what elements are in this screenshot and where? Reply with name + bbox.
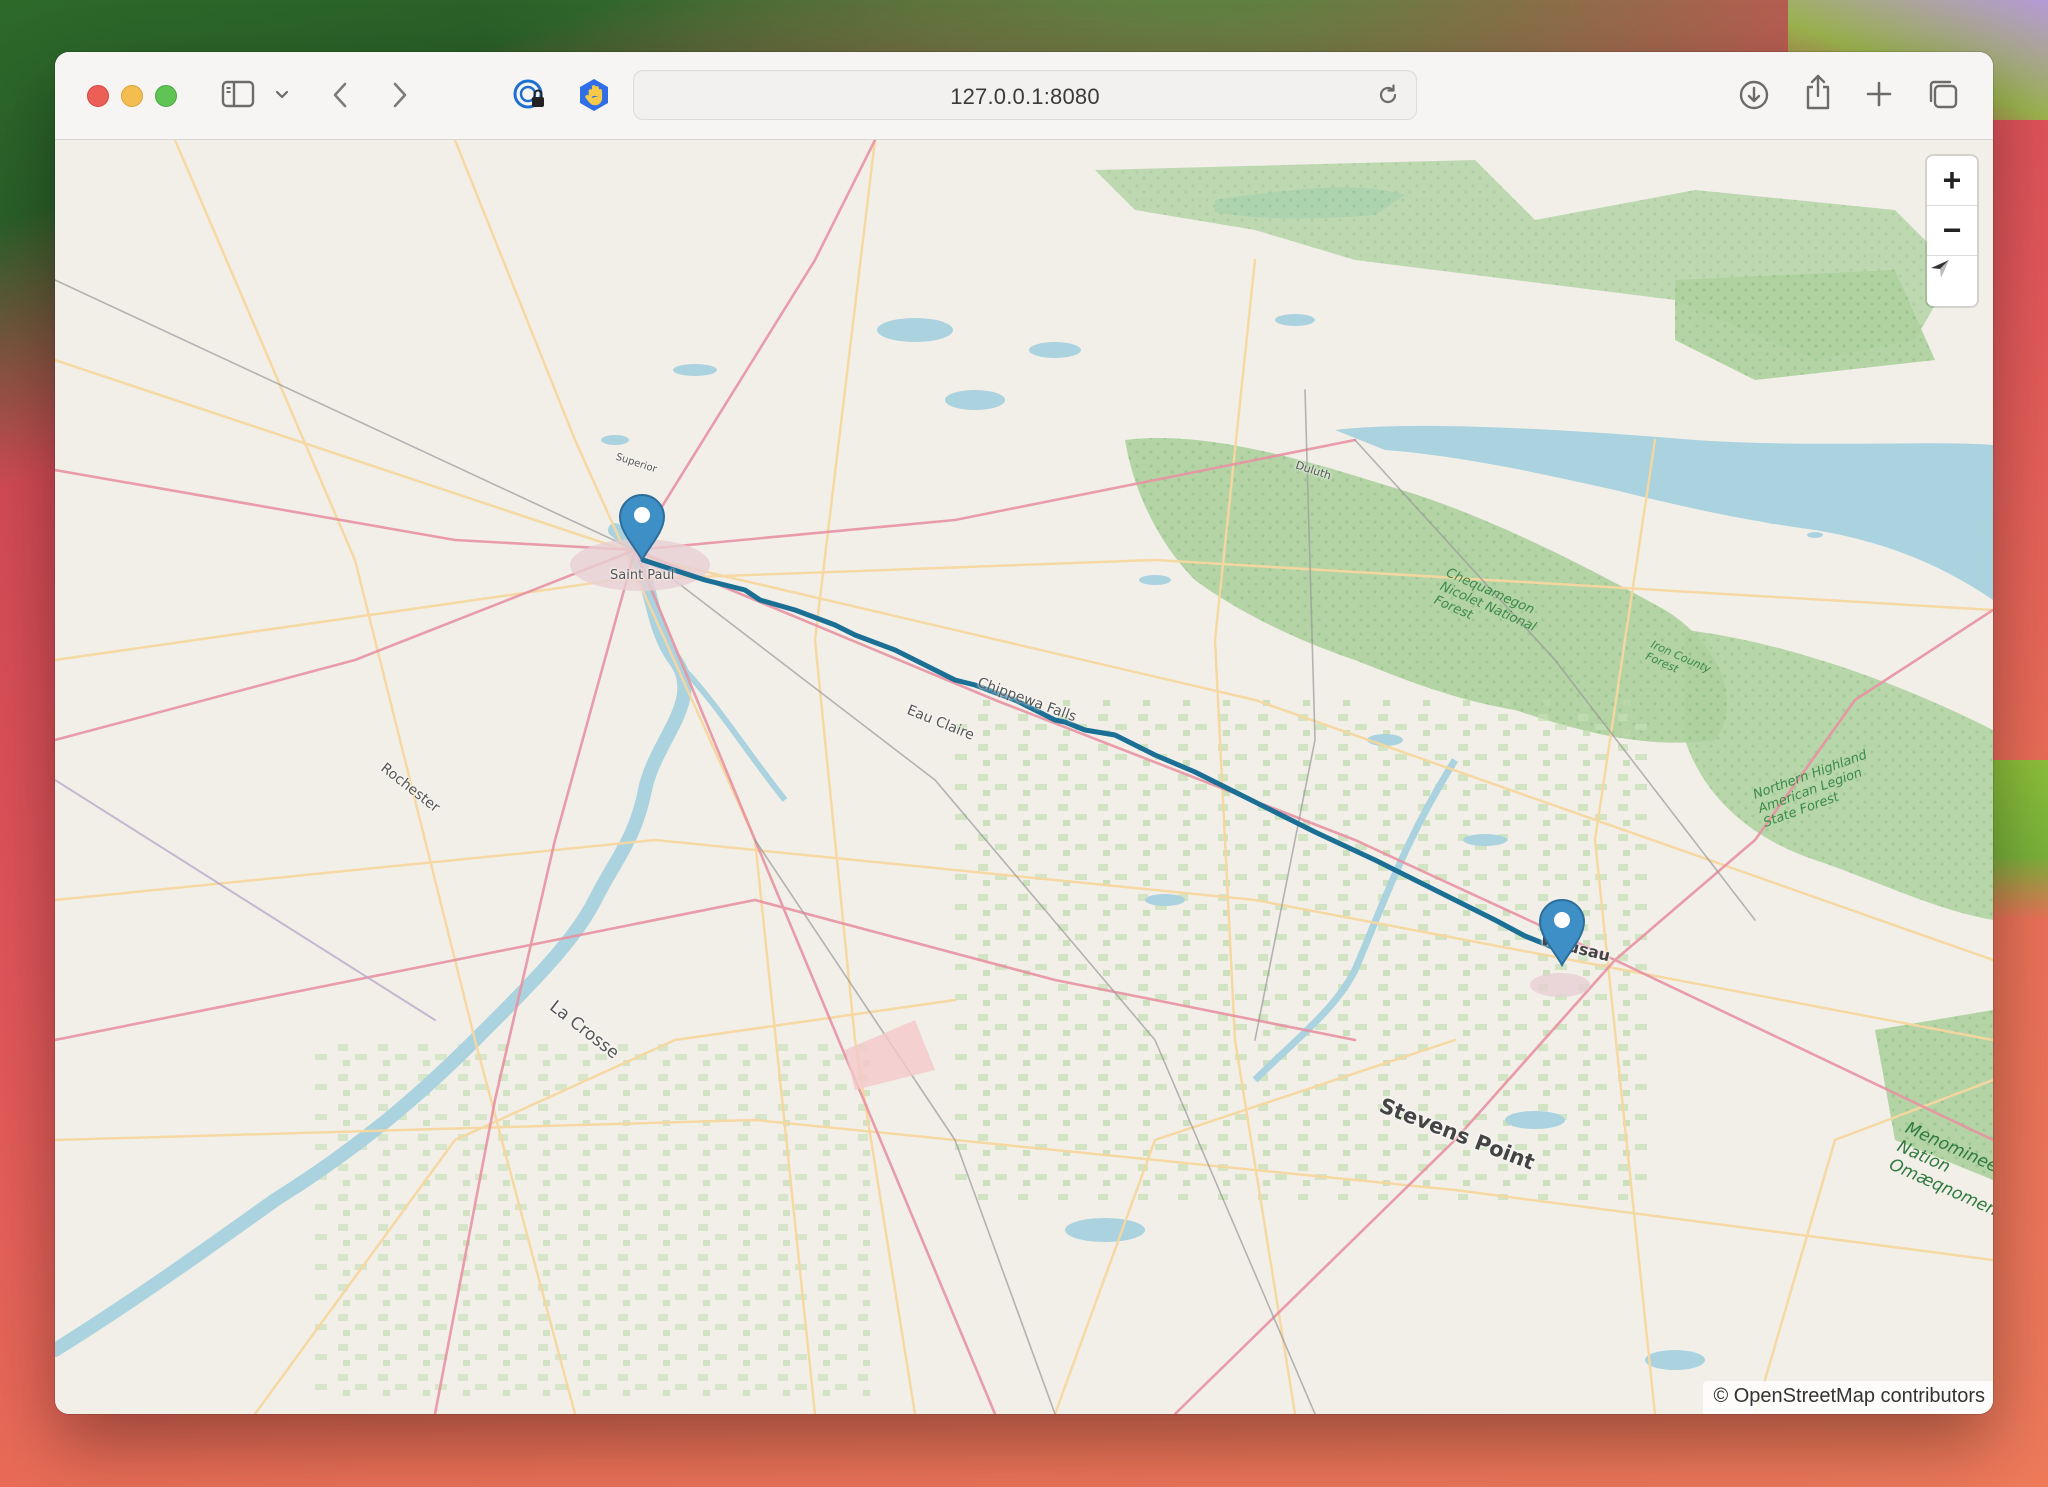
- zoom-in-icon: +: [1942, 162, 1962, 198]
- navigation-control: + −: [1927, 156, 1977, 306]
- reload-icon: [1379, 84, 1397, 104]
- map-view[interactable]: Saint Paul Chippewa Falls Eau Claire Roc…: [55, 140, 1993, 1414]
- maximize-window-button[interactable]: [155, 85, 177, 107]
- privacy-hand-icon: [580, 79, 608, 111]
- url-text: 127.0.0.1:8080: [950, 84, 1100, 109]
- southern-patches: [315, 1040, 875, 1400]
- chevron-down-icon: [275, 90, 289, 99]
- new-tab-button[interactable]: [1863, 78, 1895, 110]
- zoom-out-icon: −: [1942, 212, 1962, 248]
- sidebar-menu-button[interactable]: [273, 86, 291, 104]
- wausau-urban: [1530, 973, 1590, 997]
- password-icon: [513, 79, 544, 109]
- compass-icon: [1931, 260, 1949, 278]
- share-icon: [1806, 74, 1830, 110]
- forward-icon: [393, 82, 407, 108]
- forward-button[interactable]: [387, 78, 413, 112]
- zoom-out-button[interactable]: −: [1927, 206, 1977, 255]
- browser-window: 127.0.0.1:8080 Saint Paul Chippewa Falls…: [55, 52, 1993, 1414]
- zoom-in-button[interactable]: +: [1927, 156, 1977, 205]
- downloads-button[interactable]: [1736, 77, 1772, 113]
- new-tab-icon: [1866, 81, 1892, 107]
- reset-bearing-button[interactable]: [1927, 256, 1977, 305]
- start-marker[interactable]: [616, 492, 668, 562]
- tabs-overview-icon: [1929, 80, 1958, 109]
- sidebar-icon: [221, 80, 255, 108]
- download-icon: [1739, 80, 1769, 110]
- map-marker-icon: [618, 494, 666, 562]
- end-marker[interactable]: [1536, 897, 1588, 967]
- tab-overview-button[interactable]: [1925, 76, 1961, 112]
- map-attribution[interactable]: © OpenStreetMap contributors: [1703, 1381, 1993, 1414]
- address-bar[interactable]: 127.0.0.1:8080: [633, 70, 1417, 120]
- back-button[interactable]: [327, 78, 353, 112]
- close-window-button[interactable]: [87, 85, 109, 107]
- back-icon: [333, 82, 347, 108]
- reload-button[interactable]: [1374, 81, 1402, 109]
- share-button[interactable]: [1800, 72, 1836, 112]
- password-extension-button[interactable]: [511, 76, 549, 114]
- minimize-window-button[interactable]: [121, 85, 143, 107]
- privacy-extension-button[interactable]: [575, 76, 613, 114]
- label-saint-paul: Saint Paul: [610, 568, 675, 583]
- sidebar-toggle-button[interactable]: [220, 78, 256, 110]
- map-marker-icon: [1538, 899, 1586, 967]
- map-canvas[interactable]: [55, 140, 1993, 1414]
- browser-toolbar: 127.0.0.1:8080: [55, 52, 1993, 140]
